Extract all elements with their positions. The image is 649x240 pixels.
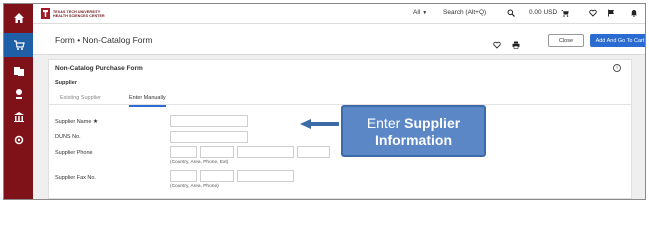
required-star-icon: ★ <box>92 119 99 125</box>
settings-icon[interactable] <box>4 128 33 152</box>
phone-area-input[interactable] <box>200 146 234 158</box>
page-header: Form • Non-Catalog Form Close Add And Go… <box>33 24 645 55</box>
user-icon[interactable] <box>645 9 646 17</box>
non-catalog-form-card: Non-Catalog Purchase Form i Supplier Exi… <box>48 59 632 199</box>
fax-hint: (Country, Area, Phone) <box>170 184 219 189</box>
bell-icon[interactable] <box>630 9 638 17</box>
tab-existing-supplier[interactable]: Existing Supplier <box>60 95 101 101</box>
top-bar: TEXAS TECH UNIVERSITY HEALTH SCIENCES CE… <box>33 4 645 24</box>
phone-country-input[interactable] <box>170 146 197 158</box>
supplier-section-heading: Supplier <box>55 80 78 86</box>
duns-input[interactable] <box>170 131 248 143</box>
supplier-name-label-text: Supplier Name <box>55 119 92 125</box>
supplier-name-label: Supplier Name ★ <box>55 118 98 125</box>
scope-label: All <box>413 9 421 16</box>
search-icon[interactable] <box>507 9 515 17</box>
ttu-logo-icon <box>41 8 50 19</box>
breadcrumb[interactable]: Form • Non-Catalog Form <box>55 35 152 45</box>
supplier-fax-label: Supplier Fax No. <box>55 175 96 181</box>
supplier-phone-label: Supplier Phone <box>55 150 93 156</box>
flag-icon[interactable] <box>607 9 615 17</box>
heart-icon[interactable] <box>589 9 597 17</box>
close-button[interactable]: Close <box>548 34 584 47</box>
form-title: Non-Catalog Purchase Form <box>55 65 143 72</box>
print-icon[interactable] <box>512 36 520 54</box>
documents-icon[interactable] <box>4 59 33 83</box>
left-nav <box>4 4 33 199</box>
fax-number-input[interactable] <box>237 170 294 182</box>
tab-enter-manually[interactable]: Enter Manually <box>129 95 166 107</box>
search-input[interactable]: Search (Alt+Q) <box>443 9 486 16</box>
favorite-heart-icon[interactable] <box>493 36 501 54</box>
phone-ext-input[interactable] <box>297 146 330 158</box>
fax-area-input[interactable] <box>200 170 234 182</box>
callout-bold-1: Supplier <box>404 115 461 131</box>
callout-bold-2: Information <box>375 132 452 148</box>
brand-line-2: HEALTH SCIENCES CENTER <box>53 13 105 18</box>
instruction-callout: Enter Supplier Information <box>341 105 486 157</box>
brand-logo[interactable]: TEXAS TECH UNIVERSITY HEALTH SCIENCES CE… <box>41 8 113 19</box>
shopping-cart-icon[interactable] <box>4 33 33 57</box>
fax-country-input[interactable] <box>170 170 197 182</box>
add-and-go-to-cart-button[interactable]: Add And Go To Cart <box>590 34 645 47</box>
left-arrow-icon <box>300 119 339 129</box>
cart-icon[interactable] <box>561 9 569 17</box>
chevron-down-icon: ▼ <box>422 9 428 16</box>
scope-dropdown[interactable]: All ▼ <box>413 9 427 16</box>
cart-total[interactable]: 0.00 USD <box>529 9 557 16</box>
supplier-name-input[interactable] <box>170 115 248 127</box>
supplier-tabs: Existing Supplier Enter Manually <box>49 89 631 107</box>
institution-icon[interactable] <box>4 105 33 129</box>
home-icon[interactable] <box>4 6 33 30</box>
info-icon[interactable]: i <box>613 64 621 72</box>
app-window: TEXAS TECH UNIVERSITY HEALTH SCIENCES CE… <box>3 3 646 200</box>
phone-number-input[interactable] <box>237 146 294 158</box>
pin-icon[interactable] <box>4 82 33 106</box>
duns-label: DUNS No. <box>55 134 81 140</box>
phone-hint: (Country, Area, Phone, Ext) <box>170 160 229 165</box>
callout-prefix: Enter <box>366 115 405 131</box>
